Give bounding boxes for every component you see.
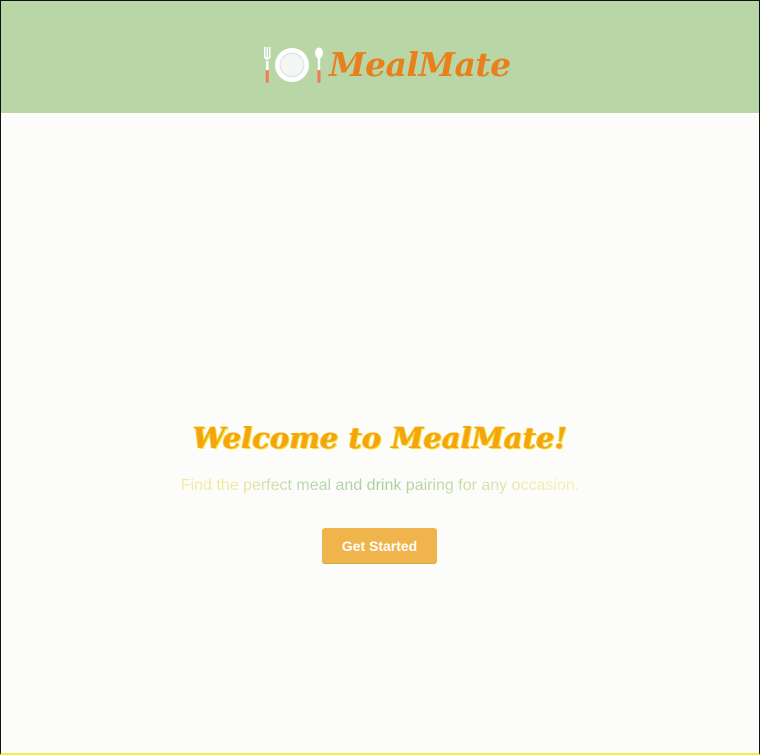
plate-cutlery-icon <box>264 47 323 83</box>
tagline-text: Find the perfect meal and drink pairing … <box>180 477 580 494</box>
page-frame: MealMate Welcome to MealMate! Find the p… <box>0 0 760 755</box>
get-started-button[interactable]: Get Started <box>322 528 437 563</box>
brand-name: MealMate <box>329 45 511 84</box>
welcome-title: Welcome to MealMate! <box>192 421 568 455</box>
brand-logo[interactable]: MealMate <box>263 44 511 86</box>
tagline: Find the perfect meal and drink pairing … <box>1 475 759 497</box>
main-content: Welcome to MealMate! Find the perfect me… <box>1 113 759 753</box>
header: MealMate <box>1 1 759 113</box>
